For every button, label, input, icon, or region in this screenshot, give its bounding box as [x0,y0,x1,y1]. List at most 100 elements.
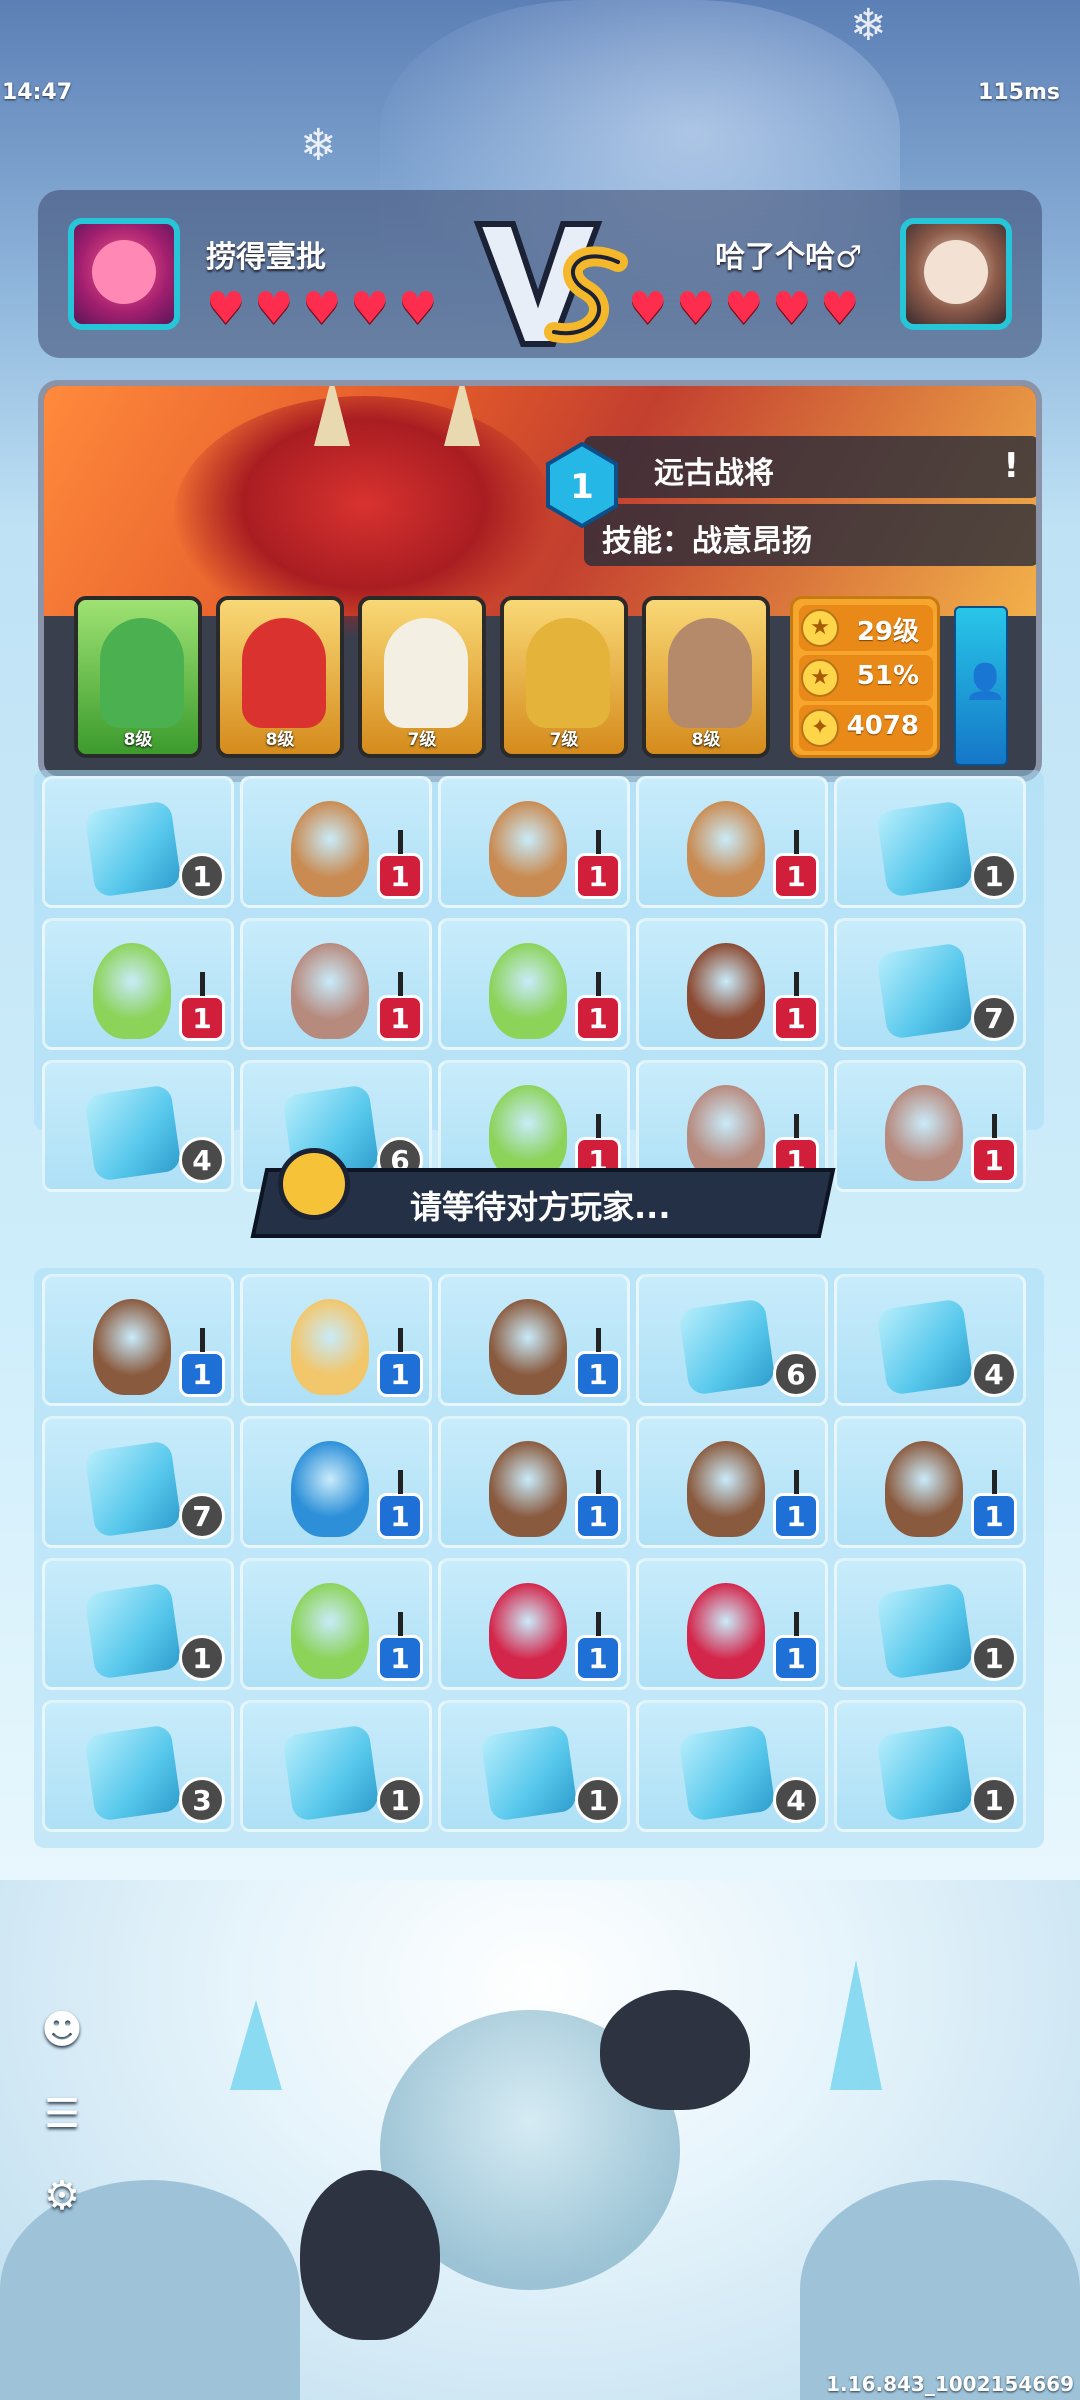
count-badge: 1 [773,1470,819,1539]
board-cell[interactable]: 1 [636,918,828,1050]
player-right-avatar[interactable] [900,218,1012,330]
heart-icon: ♥ [772,283,812,334]
bug-unit [687,1583,765,1679]
opponent-info-panel: 远古战将 ! 技能：战意昂扬 1 8级 8级 7级 7级 8级 ★ 29级 ★ … [38,380,1042,782]
ping-readout: 115ms [978,80,1060,105]
board-cell[interactable]: 1 [834,1700,1026,1832]
heart-icon: ♥ [254,283,294,334]
snake-unit [291,1583,369,1679]
rabbit-unit [885,1085,963,1181]
ice-block [876,1582,974,1680]
board-cell[interactable]: 1 [240,1700,432,1832]
count-badge: 1 [971,853,1017,899]
hero-card-row: 8级 8级 7级 7级 8级 [74,596,770,758]
otter-unit [93,1299,171,1395]
board-cell[interactable]: 1 [834,1558,1026,1690]
emote-button[interactable]: ☻ [34,2004,90,2060]
add-friend-button[interactable]: 👤 [954,606,1008,766]
board-cell[interactable]: 1 [438,1274,630,1406]
list-icon: ☰ [44,2091,80,2137]
board-cell[interactable]: 1 [438,1700,630,1832]
board-cell[interactable]: 1 [240,776,432,908]
board-cell[interactable]: 1 [438,918,630,1050]
board-cell[interactable]: 1 [834,776,1026,908]
rabbit-unit [687,1085,765,1181]
otter-unit [885,1441,963,1537]
board-cell[interactable]: 4 [42,1060,234,1192]
count-badge: 1 [773,830,819,899]
board-cell[interactable]: 1 [834,1060,1026,1192]
otter-unit [489,1299,567,1395]
otter-unit [489,1441,567,1537]
player-left-hearts: ♥ ♥ ♥ ♥ ♥ [206,283,438,334]
board-cell[interactable]: 1 [438,776,630,908]
board-cell[interactable]: 1 [240,1274,432,1406]
board-cell[interactable]: 1 [42,918,234,1050]
rabbit-unit [291,943,369,1039]
animal-unit [489,801,567,897]
board-cell[interactable]: 1 [636,1558,828,1690]
board-cell[interactable]: 1 [240,918,432,1050]
heart-icon: ♥ [628,283,668,334]
count-badge: 1 [377,1612,423,1681]
player-left-avatar[interactable] [68,218,180,330]
heart-icon: ♥ [724,283,764,334]
stat-winrate: ★ 51% [799,655,933,701]
otter-unit [687,1441,765,1537]
hero-card[interactable]: 8级 [216,596,344,758]
snake-unit [489,1085,567,1181]
snowflake-icon: ❄ [300,120,337,171]
board-cell[interactable]: 1 [834,1416,1026,1548]
player-right-hearts: ♥ ♥ ♥ ♥ ♥ [628,283,860,334]
board-cell[interactable]: 1 [42,1274,234,1406]
ice-block [876,942,974,1040]
hero-level-gem: 1 [546,442,618,528]
heart-icon: ♥ [206,283,246,334]
hero-card[interactable]: 8级 [74,596,202,758]
board-cell[interactable]: 1 [240,1558,432,1690]
board-cell[interactable]: 7 [42,1416,234,1548]
board-cell[interactable]: 1 [42,776,234,908]
gear-icon: ⚙ [44,2173,80,2219]
board-cell[interactable]: 4 [636,1700,828,1832]
player-left-name: 捞得壹批 [206,240,326,275]
board-cell[interactable]: 7 [834,918,1026,1050]
count-badge: 1 [377,830,423,899]
snowflake-icon: ❄ [850,0,887,51]
info-button[interactable]: ! [1003,446,1019,486]
ice-block [876,1724,974,1822]
player-right-name: 哈了个哈♂ [715,240,862,275]
count-badge: 3 [179,1777,225,1823]
count-badge: 1 [575,1612,621,1681]
hero-card[interactable]: 7级 [358,596,486,758]
board-cell[interactable]: 1 [240,1416,432,1548]
hero-card[interactable]: 7级 [500,596,628,758]
count-badge: 1 [377,1777,423,1823]
board-cell[interactable]: 6 [636,1274,828,1406]
count-badge: 1 [773,972,819,1041]
board-cell[interactable]: 3 [42,1700,234,1832]
animal-unit [291,801,369,897]
count-badge: 1 [575,1328,621,1397]
count-badge: 1 [377,1328,423,1397]
settings-button[interactable]: ⚙ [34,2170,90,2226]
list-button[interactable]: ☰ [34,2088,90,2144]
stat-trophies: ✦ 4078 [799,705,933,751]
ice-block [84,800,182,898]
count-badge: 1 [179,972,225,1041]
board-cell[interactable]: 1 [42,1558,234,1690]
star-medal-icon: ★ [801,659,839,697]
stat-level: ★ 29级 [799,605,933,651]
board-cell[interactable]: 4 [834,1274,1026,1406]
board-cell[interactable]: 1 [636,1416,828,1548]
board-cell[interactable]: 1 [438,1558,630,1690]
ice-block [480,1724,578,1822]
heart-icon: ♥ [398,283,438,334]
svg-text:1: 1 [570,467,594,507]
count-badge: 1 [971,1635,1017,1681]
hero-card[interactable]: 8级 [642,596,770,758]
count-badge: 1 [179,1328,225,1397]
count-badge: 1 [971,1470,1017,1539]
board-cell[interactable]: 1 [438,1416,630,1548]
board-cell[interactable]: 1 [636,776,828,908]
